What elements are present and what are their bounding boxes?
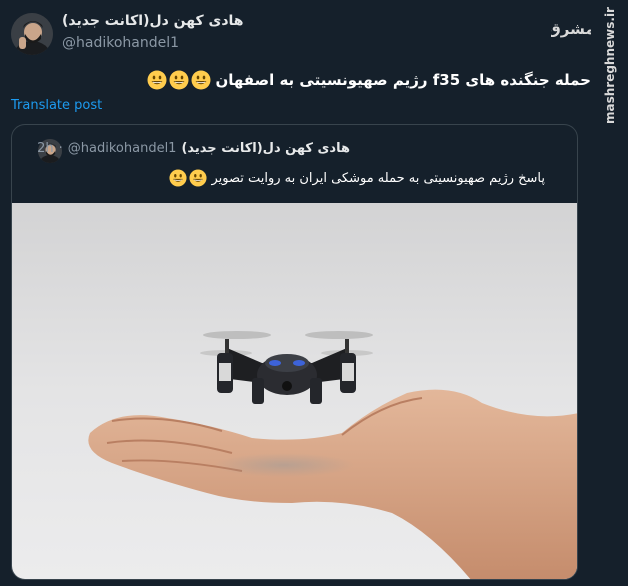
translate-post-link[interactable]: Translate post [11,98,102,113]
drone-over-hand-photo [88,331,577,579]
tweet: هادی کهن دل(اکانت جدید) @hadikohandel1 م… [0,0,628,586]
quote-media-image[interactable] [12,203,577,579]
quote-emojis [169,169,208,187]
quote-header: هادی کهن دل(اکانت جدید) @hadikohandel1 ·… [37,141,350,156]
tweet-text-content: حمله جنگنده های f35 رژیم صهیونسیتی به اص… [215,71,591,89]
author-avatar[interactable] [11,13,53,55]
quoted-tweet-card[interactable]: هادی کهن دل(اکانت جدید) @hadikohandel1 ·… [11,124,578,580]
tweet-text: حمله جنگنده های f35 رژیم صهیونسیتی به اص… [147,70,591,90]
quote-text: پاسخ رژیم صهیونسیتی به حمله موشکی ایران … [169,169,545,187]
tweet-emojis [147,70,211,90]
quote-author-handle[interactable]: @hadikohandel1 [68,141,177,156]
grinning-face-emoji-icon [189,169,208,187]
watermark-logo-text: مشرق [551,20,591,38]
quote-timestamp[interactable]: 2h [37,141,54,156]
quote-separator: · [58,141,63,156]
grinning-face-emoji-icon [169,169,188,187]
mashregh-site-watermark: mashreghnews.ir [590,0,628,130]
author-name[interactable]: هادی کهن دل(اکانت جدید) [62,13,244,29]
mashregh-logo: مشرق [547,12,594,42]
grinning-face-emoji-icon [147,70,167,90]
grinning-face-emoji-icon [191,70,211,90]
grinning-face-emoji-icon [169,70,189,90]
author-handle[interactable]: @hadikohandel1 [62,35,179,51]
quote-author-name[interactable]: هادی کهن دل(اکانت جدید) [181,141,350,156]
watermark-site-text: mashreghnews.ir [603,7,617,124]
quote-text-content: پاسخ رژیم صهیونسیتی به حمله موشکی ایران … [211,170,545,186]
